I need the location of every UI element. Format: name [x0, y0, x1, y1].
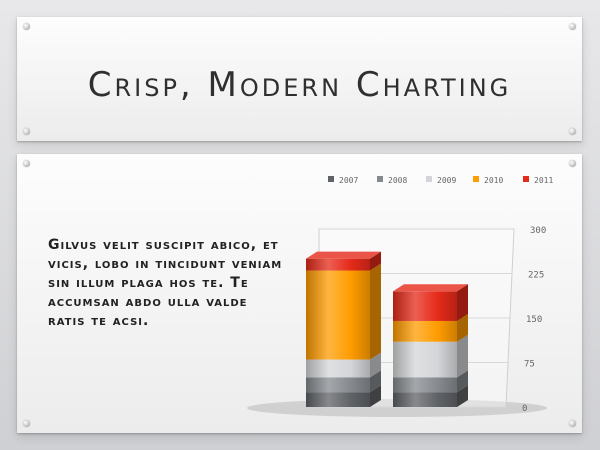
rivet-icon — [569, 128, 576, 135]
bar-segment — [393, 320, 457, 342]
rivet-icon — [569, 23, 576, 30]
legend-swatch — [473, 176, 479, 182]
bar-segment — [306, 377, 370, 393]
rivet-icon — [23, 23, 30, 30]
y-tick-label: 0 — [522, 404, 527, 414]
legend-label: 2007 — [339, 176, 358, 185]
rivet-icon — [23, 128, 30, 135]
bar-segment — [393, 392, 457, 407]
bar-segment-side — [370, 263, 381, 360]
legend-label: 2010 — [484, 176, 503, 185]
y-tick-label: 75 — [524, 360, 535, 370]
title-panel: Crisp, Modern Charting — [17, 17, 582, 141]
bar-segment — [306, 359, 370, 378]
content-panel: Gilvus velit suscipit abico, et vicis, l… — [17, 154, 582, 433]
legend-label: 2009 — [437, 176, 456, 185]
legend-swatch — [523, 176, 529, 182]
bar-segment-side — [457, 334, 468, 378]
legend-swatch — [377, 176, 383, 182]
bar-segment — [393, 291, 457, 321]
chart: 0 75 150 225 300 2007 2008 2009 2010 2011 — [247, 176, 553, 417]
bar-segment — [306, 270, 370, 360]
legend-swatch — [328, 176, 334, 182]
legend-swatch — [426, 176, 432, 182]
bar-segment — [306, 392, 370, 407]
bar-top-face — [306, 251, 381, 259]
legend-label: 2011 — [534, 176, 553, 185]
y-tick-label: 300 — [530, 226, 546, 236]
bar-top-face — [393, 284, 468, 292]
page-title: Crisp, Modern Charting — [87, 65, 512, 105]
bar-segment — [393, 377, 457, 393]
y-tick-label: 225 — [528, 271, 544, 281]
y-tick-label: 150 — [526, 315, 542, 325]
legend-label: 2008 — [388, 176, 407, 185]
bar-segment — [393, 341, 457, 378]
bar-segment — [306, 258, 370, 271]
